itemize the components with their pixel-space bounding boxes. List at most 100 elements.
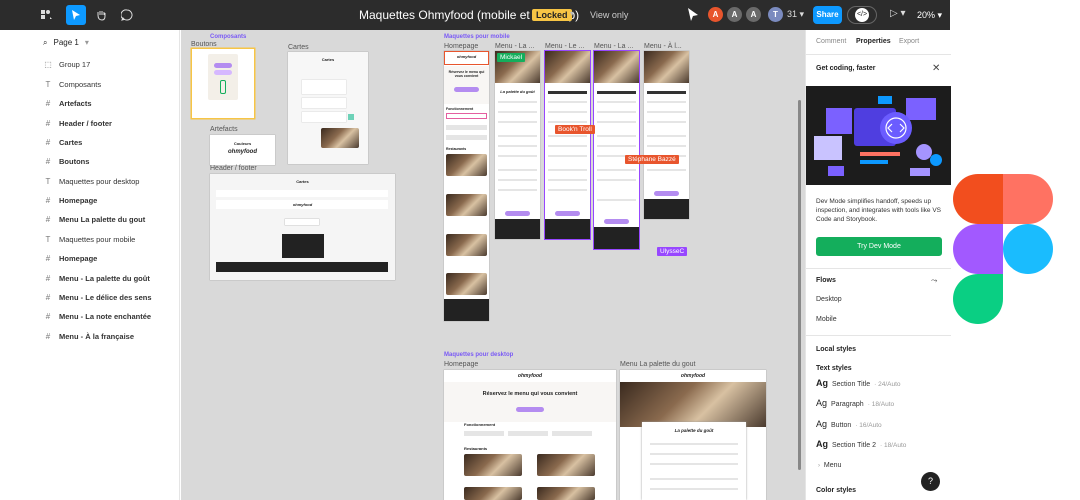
avatar[interactable]: A — [746, 7, 761, 22]
frame-layer-icon: # — [45, 214, 51, 224]
canvas-scrollbar[interactable] — [798, 100, 801, 470]
couleurs-label: Couleurs — [233, 141, 252, 146]
layer-item[interactable]: ⬚ Group 17 — [44, 57, 90, 71]
zoom-value: 20% — [917, 10, 936, 20]
cartes-mini-title: Cartes — [321, 57, 335, 62]
dev-mode-illustration — [806, 86, 951, 185]
avatar[interactable]: T — [768, 7, 783, 22]
move-icon[interactable] — [66, 5, 86, 25]
layer-item[interactable]: # Homepage — [44, 193, 98, 207]
desktop-home-headline: Réservez le menu qui vous convient — [482, 391, 578, 397]
frame-mobile-homepage[interactable]: ohmyfood Réservez le menu qui vous convi… — [444, 51, 489, 321]
frame-mobile-menu1[interactable]: La palette du goût — [495, 51, 540, 239]
cursor-icon[interactable] — [686, 7, 700, 23]
main-menu-icon[interactable] — [36, 5, 56, 25]
locked-badge: Locked — [532, 9, 572, 21]
text-style-icon: Ag — [816, 439, 828, 449]
flows-play-icon[interactable]: ⤳ — [931, 276, 937, 286]
divider — [806, 335, 951, 336]
text-style-meta: · 18/Auto — [879, 442, 907, 449]
layer-label: Menu - À la française — [59, 331, 135, 341]
avatar[interactable]: A — [708, 7, 723, 22]
frame-layer-icon: # — [45, 273, 51, 283]
frame-layer-icon: # — [45, 118, 51, 128]
close-icon[interactable]: ✕ — [932, 63, 940, 74]
layer-label: Boutons — [59, 156, 90, 166]
comment-icon[interactable] — [117, 5, 137, 25]
layer-item[interactable]: T Maquettes pour desktop — [44, 174, 140, 188]
text-style-item[interactable]: Ag Section Title · 24/Auto — [816, 378, 901, 388]
section-title-mobile: Maquettes pour mobile — [444, 34, 510, 40]
frame-layer-icon: # — [45, 311, 51, 321]
tab-comment[interactable]: Comment — [816, 38, 846, 45]
frame-boutons[interactable] — [192, 49, 254, 118]
desktop-menu-logo: ohmyfood — [680, 373, 706, 379]
share-button[interactable]: Share — [813, 6, 842, 24]
dev-mode-banner-title: Get coding, faster — [816, 65, 876, 72]
layer-item[interactable]: # Cartes — [44, 135, 83, 149]
play-icon[interactable]: ▷ ▾ — [890, 8, 906, 19]
frame-desktop-homepage[interactable]: ohmyfood Réservez le menu qui vous convi… — [444, 370, 616, 500]
text-layer-icon: T — [45, 176, 51, 186]
layer-label: Menu La palette du gout — [59, 214, 146, 224]
layer-label: Header / footer — [59, 118, 112, 128]
layer-item[interactable]: # Boutons — [44, 154, 90, 168]
try-dev-mode-button[interactable]: Try Dev Mode — [816, 237, 942, 256]
layer-item[interactable]: # Menu - À la française — [44, 329, 134, 343]
layer-label: Maquettes pour desktop — [59, 176, 140, 186]
desktop-restaurants: Restaurants — [464, 446, 488, 451]
canvas[interactable]: Composants Boutons Cartes Cartes Artefac… — [181, 30, 805, 500]
layers-panel: ⌕ Page 1 ▾ ⬚ Group 17 T Composants # Artefact… — [0, 30, 180, 500]
header-footer-title: Cartes — [296, 179, 309, 184]
flow-desktop[interactable]: Desktop — [816, 296, 842, 303]
layer-item[interactable]: T Maquettes pour mobile — [44, 232, 136, 246]
flows-heading: Flows — [816, 277, 836, 284]
dev-mode-toggle[interactable]: </> — [847, 6, 877, 24]
tab-properties[interactable]: Properties — [856, 38, 891, 45]
frame-header-footer[interactable]: Cartes ohmyfood — [210, 174, 395, 280]
frame-desktop-menu[interactable]: ohmyfood La palette du goût — [620, 370, 766, 500]
frame-label-m-menu1: Menu - La ... — [495, 43, 535, 50]
tab-export[interactable]: Export — [899, 38, 919, 45]
chevron-down-icon: ▾ — [84, 38, 89, 47]
layer-item[interactable]: # Menu La palette du gout — [44, 212, 145, 226]
layer-item[interactable]: T Composants — [44, 77, 102, 91]
frame-label-cartes: Cartes — [288, 44, 309, 51]
text-style-item[interactable]: Ag Paragraph · 18/Auto — [816, 398, 894, 408]
avatar[interactable]: A — [727, 7, 742, 22]
frame-mobile-menu3[interactable] — [594, 51, 639, 249]
frame-mobile-menu2[interactable] — [545, 51, 590, 239]
collaborator-count[interactable]: 31 ▾ — [787, 9, 804, 20]
desktop-fonctionnement: Fonctionnement — [464, 422, 496, 427]
layer-item[interactable]: # Artefacts — [44, 96, 92, 110]
text-style-item[interactable]: Ag Button · 16/Auto — [816, 419, 882, 429]
search-icon[interactable]: ⌕ — [43, 38, 47, 48]
layer-item[interactable]: # Header / footer — [44, 116, 112, 130]
frame-label-d-home: Homepage — [444, 361, 479, 368]
frame-label-m-menu3: Menu - La ... — [594, 43, 634, 50]
layer-item[interactable]: # Homepage — [44, 251, 98, 265]
frame-artefacts[interactable]: Couleurs ohmyfood — [210, 135, 275, 165]
cursor-tag-ulyssec: UlysseC — [657, 247, 688, 256]
hand-icon[interactable] — [91, 5, 111, 25]
layer-item[interactable]: # Menu - La palette du goût — [44, 271, 150, 285]
layer-item[interactable]: # Menu - Le délice des sens — [44, 290, 152, 304]
zoom-level[interactable]: 20% ▾ — [917, 10, 942, 21]
page-selector[interactable]: ⌕ Page 1 ▾ — [43, 38, 89, 48]
text-style-item[interactable]: Ag Section Title 2 · 18/Auto — [816, 439, 906, 449]
desktop-menu-title: La palette du goût — [674, 428, 714, 433]
text-style-icon: Ag — [816, 419, 828, 429]
style-group-menu[interactable]: › Menu — [818, 462, 841, 469]
frame-layer-icon: # — [45, 137, 51, 147]
help-button[interactable]: ? — [921, 472, 940, 491]
flow-mobile[interactable]: Mobile — [816, 316, 837, 323]
frame-label-d-menu: Menu La palette du gout — [620, 361, 696, 368]
collaborator-count-value: 31 — [787, 9, 798, 19]
section-title-desktop: Maquettes pour desktop — [444, 352, 514, 358]
frame-cartes[interactable]: Cartes — [288, 52, 368, 164]
text-style-meta: · 24/Auto — [874, 381, 901, 388]
frame-layer-icon: # — [45, 331, 51, 341]
layer-item[interactable]: # Menu - La note enchantée — [44, 309, 151, 323]
frame-mobile-menu4[interactable] — [644, 51, 689, 219]
chevron-down-icon[interactable]: ▾ — [570, 9, 574, 18]
